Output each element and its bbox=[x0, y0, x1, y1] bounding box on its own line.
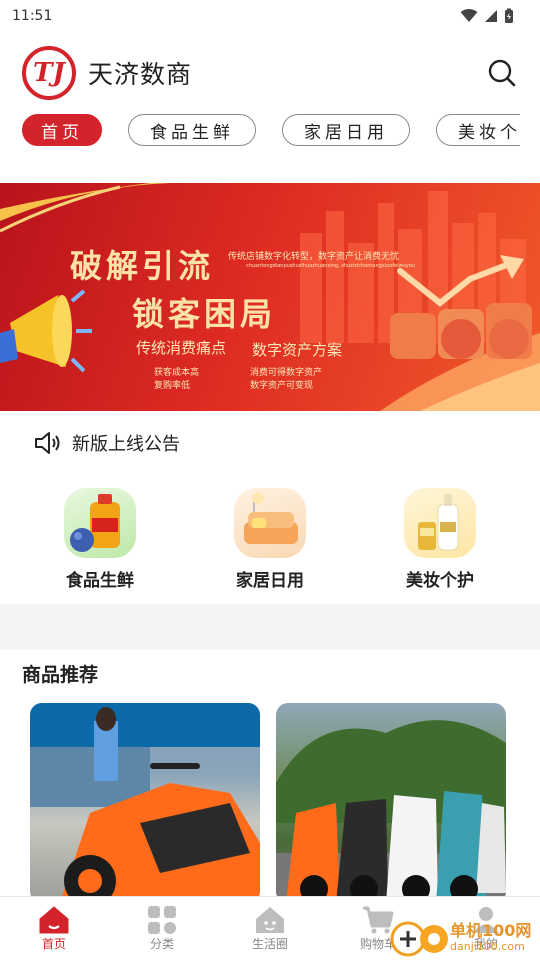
recommend-title: 商品推荐 bbox=[22, 664, 99, 686]
category-beauty[interactable]: 美妆个护 bbox=[380, 488, 500, 591]
announcement-bar[interactable]: 新版上线公告 bbox=[34, 426, 180, 460]
wifi-icon bbox=[460, 9, 478, 22]
oil-bottle-icon bbox=[64, 488, 136, 558]
nav-home[interactable]: 首页 bbox=[0, 897, 108, 960]
banner-right-point: 数字资产可变现 bbox=[250, 381, 314, 391]
nav-life-circle[interactable]: 生活圈 bbox=[216, 897, 324, 960]
category-home-goods[interactable]: 家居日用 bbox=[210, 488, 330, 591]
banner-left-point: 复购率低 bbox=[154, 381, 191, 391]
banner-headline-2: 锁客困局 bbox=[132, 295, 277, 333]
megaphone-graphic bbox=[0, 289, 92, 373]
status-time: 11:51 bbox=[12, 8, 53, 24]
banner-tagline: 传统店铺数字化转型，数字资产让消费无忧 bbox=[228, 252, 400, 262]
category-label: 食品生鲜 bbox=[66, 571, 134, 591]
nav-label: 首页 bbox=[41, 937, 66, 951]
banner-pinyin: chuantongdianpushuzihuazhuanxing, shuziz… bbox=[246, 263, 415, 269]
tab-beauty[interactable]: 美妆个护 bbox=[436, 114, 520, 146]
banner-left-subtitle: 传统消费痛点 bbox=[136, 339, 227, 357]
announcement-text: 新版上线公告 bbox=[72, 434, 180, 455]
tab-home-goods[interactable]: 家居日用 bbox=[282, 114, 410, 146]
status-icons bbox=[460, 8, 514, 24]
site-watermark: 单机100网 danji100.com bbox=[390, 918, 540, 960]
banner-left-point: 获客成本高 bbox=[154, 368, 200, 378]
nav-category[interactable]: 分类 bbox=[108, 897, 216, 960]
product-image bbox=[30, 703, 260, 903]
battery-icon bbox=[505, 8, 513, 23]
tab-fresh-food[interactable]: 食品生鲜 bbox=[128, 114, 256, 146]
app-title: 天济数商 bbox=[88, 60, 193, 89]
watermark-logo-icon bbox=[390, 921, 448, 957]
watermark-url: danji100.com bbox=[450, 940, 525, 953]
banner-right-points: 消费可得数字资产 数字资产可变现 bbox=[250, 367, 322, 393]
house-face-icon bbox=[254, 905, 286, 935]
banner-right-point: 消费可得数字资产 bbox=[250, 368, 323, 378]
sofa-icon bbox=[234, 488, 306, 558]
product-image bbox=[276, 720, 506, 903]
promo-banner[interactable]: 破解引流 传统店铺数字化转型，数字资产让消费无忧 chuantongdianpu… bbox=[0, 183, 540, 411]
banner-right-subtitle: 数字资产方案 bbox=[252, 341, 343, 359]
product-card[interactable] bbox=[276, 703, 506, 903]
shampoo-icon bbox=[404, 488, 476, 558]
search-icon bbox=[488, 59, 516, 87]
product-card[interactable] bbox=[30, 703, 260, 903]
category-fresh-food[interactable]: 食品生鲜 bbox=[40, 488, 160, 591]
signal-icon bbox=[485, 10, 497, 22]
nav-label: 分类 bbox=[149, 937, 174, 951]
tab-home[interactable]: 首页 bbox=[22, 114, 102, 146]
category-label: 美妆个护 bbox=[406, 571, 474, 591]
logo-text: TJ bbox=[33, 58, 65, 88]
app-logo: TJ bbox=[22, 46, 76, 100]
category-tabs: 首页 食品生鲜 家居日用 美妆个护 bbox=[22, 114, 520, 146]
watermark-text: 单机100网 bbox=[450, 921, 532, 940]
home-icon bbox=[38, 905, 70, 935]
app-header: TJ 天济数商 bbox=[0, 40, 540, 106]
status-bar: 11:51 bbox=[0, 0, 540, 32]
category-label: 家居日用 bbox=[236, 571, 304, 591]
banner-left-points: 获客成本高 复购率低 bbox=[154, 367, 199, 393]
nav-label: 生活圈 bbox=[251, 937, 288, 951]
search-button[interactable] bbox=[486, 57, 518, 89]
grid-icon bbox=[146, 905, 178, 935]
section-divider bbox=[0, 604, 540, 650]
banner-headline-1: 破解引流 bbox=[70, 247, 215, 285]
speaker-icon bbox=[35, 432, 60, 454]
